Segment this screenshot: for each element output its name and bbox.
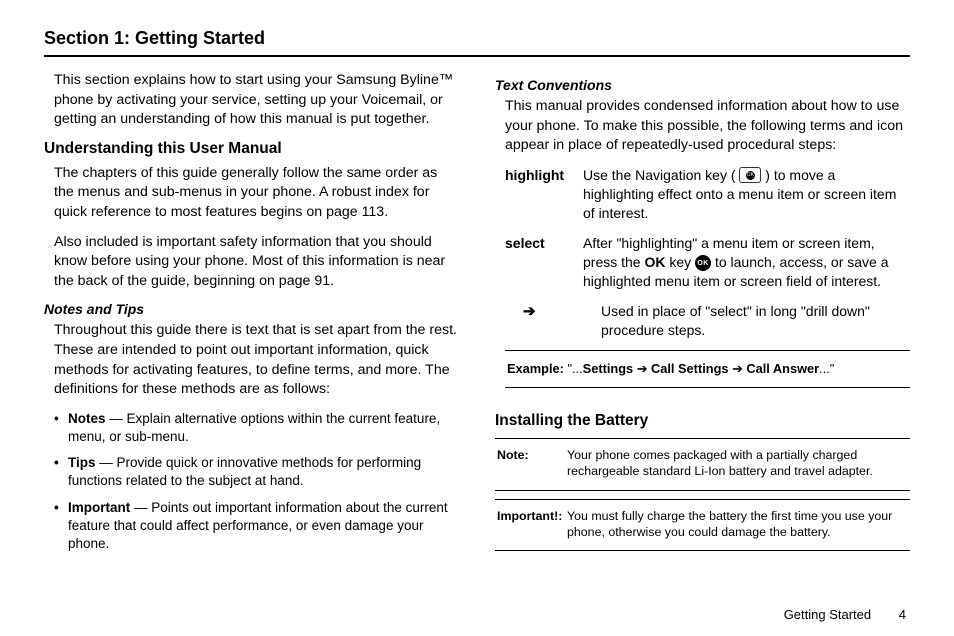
important-rule-bottom bbox=[495, 550, 910, 551]
example-label: Example: bbox=[507, 361, 564, 376]
row-select: select After "highlighting" a menu item … bbox=[505, 234, 910, 292]
important-text: You must fully charge the battery the fi… bbox=[567, 508, 908, 540]
row-highlight: highlight Use the Navigation key ( OK ) … bbox=[505, 166, 910, 224]
arrow-icon: ➔ bbox=[505, 302, 601, 341]
p-chapters: The chapters of this guide generally fol… bbox=[54, 164, 459, 223]
important-rule-top bbox=[495, 499, 910, 500]
example-box: Example: "...Settings ➔ Call Settings ➔ … bbox=[505, 350, 910, 388]
heading-understanding: Understanding this User Manual bbox=[44, 140, 459, 158]
highlight-pre: Use the Navigation key ( bbox=[583, 167, 739, 183]
example-rule-bottom bbox=[505, 387, 910, 388]
p-notes-intro: Throughout this guide there is text that… bbox=[54, 321, 459, 399]
term-notes: Notes bbox=[68, 411, 106, 426]
section-rule bbox=[44, 55, 910, 57]
label-select: select bbox=[505, 234, 583, 292]
bullet-tips: • Tips — Provide quick or innovative met… bbox=[54, 454, 459, 490]
p-text-conventions: This manual provides condensed informati… bbox=[505, 97, 910, 156]
bullet-notes: • Notes — Explain alternative options wi… bbox=[54, 410, 459, 446]
footer-section: Getting Started bbox=[784, 607, 871, 622]
example-rule-top bbox=[505, 350, 910, 351]
term-important: Important bbox=[68, 500, 130, 515]
note-rule-top bbox=[495, 438, 910, 439]
heading-notes-tips: Notes and Tips bbox=[44, 301, 459, 317]
important-label: Important!: bbox=[497, 508, 567, 540]
ok-key-icon: OK bbox=[695, 255, 711, 271]
example-pre: "... bbox=[564, 361, 583, 376]
row-arrow: ➔ Used in place of "select" in long "dri… bbox=[505, 302, 910, 341]
nav-key-icon: OK bbox=[739, 167, 761, 183]
arrow-def: Used in place of "select" in long "drill… bbox=[601, 302, 910, 341]
heading-text-conventions: Text Conventions bbox=[495, 77, 910, 93]
example-settings: Settings bbox=[583, 361, 633, 376]
bullet-important: • Important — Points out important infor… bbox=[54, 499, 459, 554]
example-callanswer: Call Answer bbox=[746, 361, 819, 376]
select-mid: key bbox=[665, 254, 695, 270]
important-block: Important!: You must fully charge the ba… bbox=[495, 499, 910, 551]
term-tips: Tips bbox=[68, 455, 96, 470]
example-callsettings: Call Settings bbox=[651, 361, 729, 376]
page-footer: Getting Started 4 bbox=[784, 607, 906, 622]
p-safety: Also included is important safety inform… bbox=[54, 233, 459, 292]
heading-install-battery: Installing the Battery bbox=[495, 412, 910, 430]
select-ok-word: OK bbox=[644, 254, 665, 270]
def-notes: — Explain alternative options within the… bbox=[68, 411, 440, 444]
right-column: Text Conventions This manual provides co… bbox=[495, 71, 910, 561]
note-rule-bottom bbox=[495, 490, 910, 491]
example-post: ..." bbox=[819, 361, 834, 376]
note-block: Note: Your phone comes packaged with a p… bbox=[495, 438, 910, 490]
note-label: Note: bbox=[497, 447, 567, 479]
footer-page-number: 4 bbox=[899, 607, 906, 622]
intro-text: This section explains how to start using… bbox=[54, 71, 459, 130]
left-column: This section explains how to start using… bbox=[44, 71, 459, 561]
note-text: Your phone comes packaged with a partial… bbox=[567, 447, 908, 479]
def-tips: — Provide quick or innovative methods fo… bbox=[68, 455, 421, 488]
section-title: Section 1: Getting Started bbox=[44, 28, 910, 49]
label-highlight: highlight bbox=[505, 166, 583, 224]
